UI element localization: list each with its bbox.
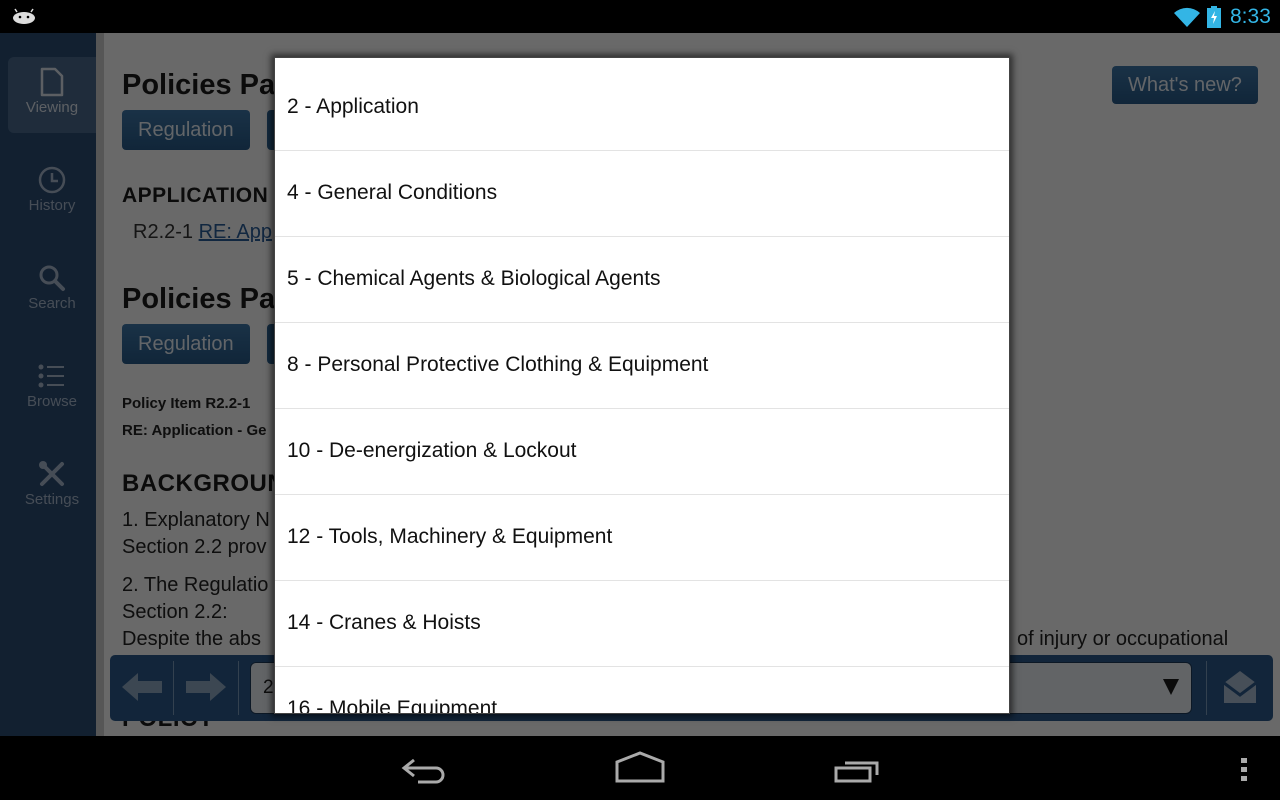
android-debug-icon [13, 8, 35, 24]
option-label: 4 - General Conditions [287, 181, 498, 204]
overflow-menu-icon[interactable] [1238, 756, 1252, 784]
back-icon[interactable] [398, 750, 450, 786]
dropdown-options: 2 - Application 4 - General Conditions 5… [275, 65, 1009, 714]
option-label: 10 - De-energization & Lockout [287, 439, 577, 462]
option-label: 8 - Personal Protective Clothing & Equip… [287, 353, 709, 376]
dropdown-option[interactable]: 4 - General Conditions [275, 151, 1009, 237]
option-label: 2 - Application [287, 95, 419, 118]
option-label: 14 - Cranes & Hoists [287, 611, 481, 634]
dropdown-option[interactable]: 10 - De-energization & Lockout [275, 409, 1009, 495]
dropdown-option[interactable]: 8 - Personal Protective Clothing & Equip… [275, 323, 1009, 409]
option-label: 5 - Chemical Agents & Biological Agents [287, 267, 661, 290]
dropdown-option[interactable]: 2 - Application [275, 65, 1009, 151]
part-dropdown-list: 2 - Application 4 - General Conditions 5… [274, 57, 1010, 714]
dropdown-option[interactable]: 14 - Cranes & Hoists [275, 581, 1009, 667]
status-bar: 8:33 [0, 0, 1280, 33]
dropdown-option[interactable]: 16 - Mobile Equipment [275, 667, 1009, 714]
screen: 8:33 Viewing History [0, 0, 1280, 800]
battery-charging-icon [1207, 6, 1221, 28]
option-label: 16 - Mobile Equipment [287, 697, 498, 714]
option-label: 12 - Tools, Machinery & Equipment [287, 525, 613, 548]
dropdown-option[interactable]: 12 - Tools, Machinery & Equipment [275, 495, 1009, 581]
home-icon[interactable] [614, 750, 666, 786]
wifi-icon [1174, 7, 1200, 28]
clock: 8:33 [1230, 5, 1271, 28]
dropdown-option[interactable]: 5 - Chemical Agents & Biological Agents [275, 237, 1009, 323]
recent-apps-icon[interactable] [833, 750, 885, 786]
system-navigation-bar [0, 736, 1280, 800]
